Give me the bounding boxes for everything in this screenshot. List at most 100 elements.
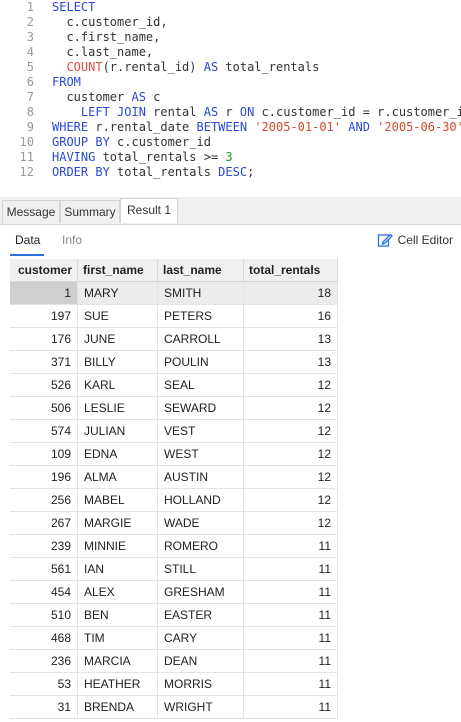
table-cell[interactable]: 12 [244, 443, 338, 466]
table-cell[interactable]: HEATHER [78, 673, 158, 696]
table-cell[interactable]: DEAN [158, 650, 244, 673]
table-row[interactable]: 197 SUE PETERS 16 [10, 305, 342, 328]
table-row[interactable]: 561 IAN STILL 11 [10, 558, 342, 581]
table-cell[interactable]: 526 [10, 374, 78, 397]
table-cell[interactable]: 506 [10, 397, 78, 420]
table-cell[interactable]: 454 [10, 581, 78, 604]
table-cell[interactable]: VEST [158, 420, 244, 443]
table-cell[interactable]: MABEL [78, 489, 158, 512]
table-row[interactable]: 196 ALMA AUSTIN 12 [10, 466, 342, 489]
table-row[interactable]: 371 BILLY POULIN 13 [10, 351, 342, 374]
table-row[interactable]: 506 LESLIE SEWARD 12 [10, 397, 342, 420]
table-cell[interactable]: CARROLL [158, 328, 244, 351]
table-row[interactable]: 109 EDNA WEST 12 [10, 443, 342, 466]
table-cell[interactable]: 11 [244, 627, 338, 650]
table-row[interactable]: 526 KARL SEAL 12 [10, 374, 342, 397]
table-cell[interactable]: WADE [158, 512, 244, 535]
code-line[interactable]: 2 c.customer_id, [0, 15, 461, 30]
tab-summary[interactable]: Summary [60, 200, 120, 223]
cell-editor-button[interactable]: Cell Editor [377, 232, 453, 248]
table-cell[interactable]: 11 [244, 696, 338, 719]
table-row[interactable]: 1 MARY SMITH 18 [10, 282, 342, 305]
table-cell[interactable]: 11 [244, 535, 338, 558]
code-line[interactable]: 7 customer AS c [0, 90, 461, 105]
col-total-rentals-header[interactable]: total_rentals [244, 259, 338, 282]
table-cell[interactable]: 11 [244, 581, 338, 604]
table-cell[interactable]: 574 [10, 420, 78, 443]
table-row[interactable]: 236 MARCIA DEAN 11 [10, 650, 342, 673]
table-cell[interactable]: 11 [244, 604, 338, 627]
table-cell[interactable]: CARY [158, 627, 244, 650]
col-customer-header[interactable]: customer [10, 259, 78, 282]
table-cell[interactable]: POULIN [158, 351, 244, 374]
table-cell[interactable]: JULIAN [78, 420, 158, 443]
table-cell[interactable]: 12 [244, 466, 338, 489]
table-cell[interactable]: 1 [10, 282, 78, 305]
sql-editor[interactable]: 1 SELECT 2 c.customer_id, 3 c.first_name, 4 … [0, 0, 461, 196]
table-cell[interactable]: 11 [244, 558, 338, 581]
table-cell[interactable]: LESLIE [78, 397, 158, 420]
table-cell[interactable]: ALMA [78, 466, 158, 489]
table-cell[interactable]: GRESHAM [158, 581, 244, 604]
code-line[interactable]: 8 LEFT JOIN rental AS r ON c.customer_id… [0, 105, 461, 120]
table-cell[interactable]: SEAL [158, 374, 244, 397]
table-cell[interactable]: 12 [244, 374, 338, 397]
table-row[interactable]: 267 MARGIE WADE 12 [10, 512, 342, 535]
subtab-data[interactable]: Data [15, 233, 40, 247]
table-cell[interactable]: IAN [78, 558, 158, 581]
code-line[interactable]: 4 c.last_name, [0, 45, 461, 60]
table-cell[interactable]: 236 [10, 650, 78, 673]
table-row[interactable]: 176 JUNE CARROLL 13 [10, 328, 342, 351]
table-cell[interactable]: 13 [244, 351, 338, 374]
table-row[interactable]: 53 HEATHER MORRIS 11 [10, 673, 342, 696]
table-cell[interactable]: MARY [78, 282, 158, 305]
table-cell[interactable]: 267 [10, 512, 78, 535]
table-cell[interactable]: 53 [10, 673, 78, 696]
table-cell[interactable]: 109 [10, 443, 78, 466]
table-cell[interactable]: WRIGHT [158, 696, 244, 719]
table-cell[interactable]: EASTER [158, 604, 244, 627]
code-line[interactable]: 10 GROUP BY c.customer_id [0, 135, 461, 150]
table-cell[interactable]: 196 [10, 466, 78, 489]
table-cell[interactable]: JUNE [78, 328, 158, 351]
table-cell[interactable]: 371 [10, 351, 78, 374]
tab-result-1[interactable]: Result 1 [120, 198, 178, 223]
code-line[interactable]: 3 c.first_name, [0, 30, 461, 45]
code-line[interactable]: 1 SELECT [0, 0, 461, 15]
table-cell[interactable]: 256 [10, 489, 78, 512]
table-cell[interactable]: 176 [10, 328, 78, 351]
table-cell[interactable]: MINNIE [78, 535, 158, 558]
table-cell[interactable]: 239 [10, 535, 78, 558]
code-line[interactable]: 5 COUNT(r.rental_id) AS total_rentals [0, 60, 461, 75]
code-line[interactable]: 12 ORDER BY total_rentals DESC; [0, 165, 461, 180]
table-cell[interactable]: PETERS [158, 305, 244, 328]
table-cell[interactable]: 11 [244, 650, 338, 673]
col-last-name-header[interactable]: last_name [158, 259, 244, 282]
col-first-name-header[interactable]: first_name [78, 259, 158, 282]
table-cell[interactable]: TIM [78, 627, 158, 650]
table-cell[interactable]: MORRIS [158, 673, 244, 696]
table-cell[interactable]: ROMERO [158, 535, 244, 558]
table-cell[interactable]: SEWARD [158, 397, 244, 420]
table-cell[interactable]: KARL [78, 374, 158, 397]
table-cell[interactable]: 561 [10, 558, 78, 581]
table-cell[interactable]: BRENDA [78, 696, 158, 719]
table-cell[interactable]: BEN [78, 604, 158, 627]
table-cell[interactable]: 31 [10, 696, 78, 719]
table-cell[interactable]: SUE [78, 305, 158, 328]
table-row[interactable]: 510 BEN EASTER 11 [10, 604, 342, 627]
table-cell[interactable]: WEST [158, 443, 244, 466]
table-row[interactable]: 574 JULIAN VEST 12 [10, 420, 342, 443]
table-cell[interactable]: MARGIE [78, 512, 158, 535]
table-row[interactable]: 31 BRENDA WRIGHT 11 [10, 696, 342, 719]
table-cell[interactable]: AUSTIN [158, 466, 244, 489]
table-cell[interactable]: 468 [10, 627, 78, 650]
table-row[interactable]: 454 ALEX GRESHAM 11 [10, 581, 342, 604]
table-cell[interactable]: 510 [10, 604, 78, 627]
code-line[interactable]: 6 FROM [0, 75, 461, 90]
table-row[interactable]: 256 MABEL HOLLAND 12 [10, 489, 342, 512]
table-cell[interactable]: 12 [244, 397, 338, 420]
table-cell[interactable]: 13 [244, 328, 338, 351]
table-row[interactable]: 468 TIM CARY 11 [10, 627, 342, 650]
subtab-info[interactable]: Info [62, 233, 82, 247]
